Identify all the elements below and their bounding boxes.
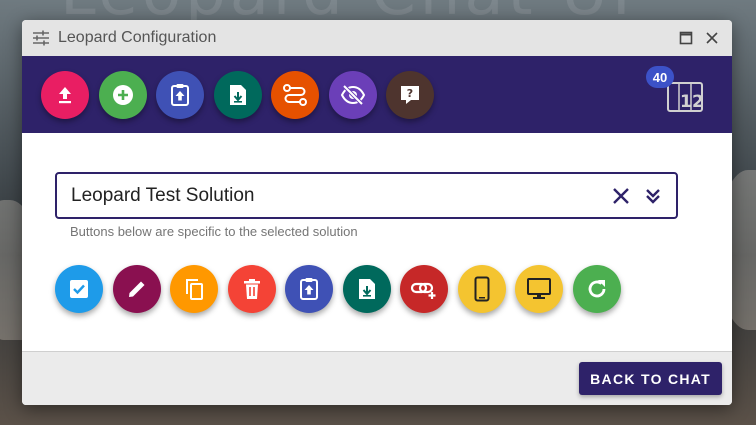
routes-button[interactable]: [271, 70, 319, 119]
file-download-icon: [357, 277, 377, 301]
solution-hint: Buttons below are specific to the select…: [70, 224, 358, 239]
clipboard-upload-button[interactable]: [285, 265, 333, 313]
back-to-chat-button[interactable]: BACK TO CHAT: [579, 362, 722, 395]
help-button[interactable]: ?: [386, 70, 434, 119]
upload-icon: [54, 84, 76, 106]
confirm-button[interactable]: [55, 265, 103, 313]
count-badge: 40: [646, 66, 674, 88]
copy-button[interactable]: [170, 265, 218, 313]
plus-circle-icon: [111, 83, 135, 107]
eye-off-icon: [340, 83, 366, 107]
solution-actions: [55, 265, 630, 313]
svg-text:?: ?: [407, 87, 413, 100]
main-toolbar: ? 12 40: [22, 56, 732, 133]
solution-select-value: Leopard Test Solution: [71, 184, 255, 206]
checkbox-icon: [68, 278, 90, 300]
dialog-footer: BACK TO CHAT: [22, 351, 732, 405]
configuration-dialog: Leopard Configuration ? 1 2 40 Leopard T…: [22, 20, 732, 405]
link-plus-icon: [410, 278, 438, 300]
mobile-button[interactable]: [457, 265, 506, 313]
help-bubble-icon: ?: [398, 83, 422, 107]
cellphone-icon: [474, 276, 490, 302]
delete-button[interactable]: [227, 265, 276, 313]
file-download-button[interactable]: [342, 265, 391, 313]
copy-icon: [183, 277, 205, 301]
edit-button[interactable]: [112, 265, 161, 313]
svg-text:2: 2: [692, 92, 704, 112]
add-button[interactable]: [98, 70, 147, 119]
close-window-button[interactable]: [702, 28, 722, 48]
double-chevron-down-icon[interactable]: [644, 187, 662, 205]
title-bar: Leopard Configuration: [22, 20, 732, 56]
content-area: Leopard Test Solution Buttons below are …: [22, 133, 732, 351]
trash-icon: [242, 278, 262, 300]
refresh-icon: [585, 277, 609, 301]
desktop-button[interactable]: [515, 265, 563, 313]
refresh-button[interactable]: [572, 265, 621, 313]
counter-icon: 12: [666, 79, 704, 118]
tune-sliders-icon: [32, 30, 50, 46]
close-icon[interactable]: [612, 187, 630, 205]
window-title: Leopard Configuration: [58, 29, 217, 46]
routes-icon: [282, 83, 308, 107]
file-download-button[interactable]: [213, 70, 262, 119]
solution-counter[interactable]: 12 40: [646, 66, 706, 122]
hide-button[interactable]: [328, 70, 377, 119]
solution-select[interactable]: Leopard Test Solution: [55, 172, 678, 219]
pencil-icon: [126, 278, 148, 300]
clipboard-upload-icon: [298, 277, 320, 301]
clipboard-upload-icon: [169, 83, 191, 107]
file-download-icon: [228, 83, 248, 107]
monitor-icon: [526, 277, 552, 301]
link-add-button[interactable]: [400, 265, 448, 313]
maximize-button[interactable]: [676, 28, 696, 48]
svg-text:1: 1: [680, 92, 692, 112]
clipboard-upload-button[interactable]: [156, 70, 204, 119]
upload-button[interactable]: [41, 70, 89, 119]
